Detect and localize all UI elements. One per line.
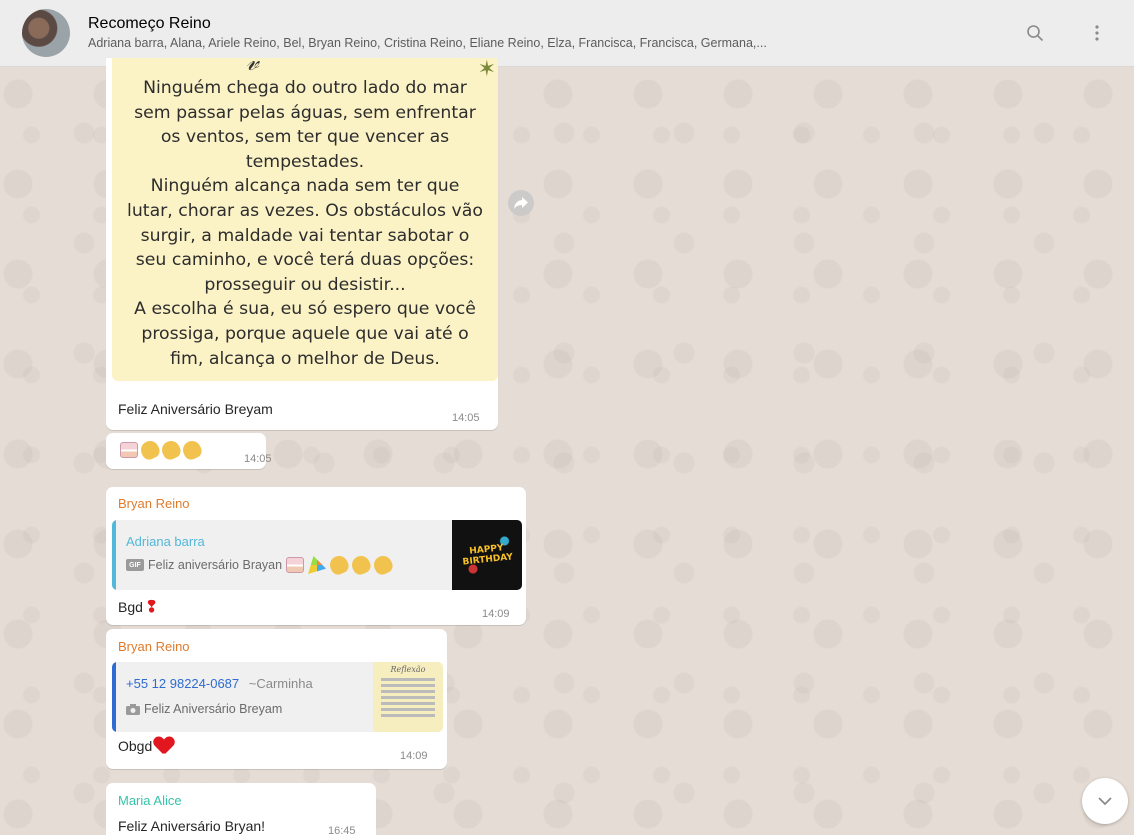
message-text: Obgd	[118, 738, 153, 754]
message-time: 14:05	[452, 412, 480, 424]
participants-list: Adriana barra, Alana, Ariele Reino, Bel,…	[88, 36, 767, 50]
emoji-message[interactable]: 14:05	[106, 433, 272, 469]
text-message[interactable]: Maria Alice Feliz Aniversário Bryan! 16:…	[106, 783, 376, 835]
scroll-to-bottom-button[interactable]	[1082, 778, 1128, 824]
image-text-line: prossiga, porque aquele que vai até o	[141, 323, 469, 344]
message-time: 14:09	[482, 608, 510, 620]
message-text: Bgd	[118, 599, 143, 615]
quote-bar	[112, 520, 116, 590]
reply-message[interactable]: Bryan Reino Adriana barra GIF Feliz aniv…	[106, 487, 526, 625]
chevron-down-icon	[1098, 796, 1112, 805]
group-title: Recomeço Reino	[88, 15, 211, 32]
quote-bar	[112, 662, 116, 732]
message-time: 14:05	[244, 453, 272, 465]
clap-emoji-icon	[180, 438, 204, 462]
kebab-menu-icon[interactable]	[1086, 22, 1108, 44]
gif-thumbnail: HAPPY BIRTHDAY	[452, 520, 522, 590]
image-thumbnail: Reflexão	[373, 662, 443, 732]
clap-emoji-icon	[349, 553, 374, 577]
party-popper-emoji-icon	[308, 556, 327, 574]
message-time: 16:45	[328, 825, 356, 835]
image-text-line: Ninguém alcança nada sem ter que	[150, 176, 460, 197]
thumbnail-title: Reflexão	[390, 665, 426, 674]
sender-name: Maria Alice	[118, 793, 182, 808]
reply-message[interactable]: Bryan Reino +55 12 98224-0687 ~Carminha …	[106, 629, 447, 769]
message-time: 14:09	[400, 750, 428, 762]
image-text-line: prosseguir ou desistir...	[204, 274, 406, 295]
sender-name: Bryan Reino	[118, 639, 190, 654]
image-text-line: surgir, a maldade vai tentar sabotar o	[140, 225, 470, 246]
quote-text: Feliz Aniversário Breyam	[144, 702, 283, 716]
gif-thumbnail-text: HAPPY BIRTHDAY	[462, 543, 514, 568]
image-text-line: Ninguém chega do outro lado do mar	[143, 78, 467, 98]
exclamation-emoji-icon: ❢	[144, 599, 159, 616]
clap-emoji-icon	[159, 438, 183, 462]
clap-emoji-icon	[327, 553, 352, 577]
clap-emoji-icon	[138, 438, 162, 462]
image-message[interactable]: 𝓋 ✶ Ninguém chega do outro lado do mar s…	[106, 58, 498, 430]
image-caption: Feliz Aniversário Breyam	[118, 401, 273, 417]
message-text-row: Bgd ❢	[118, 597, 158, 617]
quote-text-row: GIF Feliz aniversário Brayan	[126, 553, 396, 577]
image-text-line: lutar, chorar as vezes. Os obstáculos vã…	[127, 200, 483, 221]
quote-text: Feliz aniversário Brayan	[148, 558, 283, 572]
image-text-line: tempestades.	[245, 151, 365, 172]
quote-alias: ~Carminha	[248, 676, 313, 691]
image-text-line: os ventos, sem ter que vencer as	[160, 127, 450, 148]
chat-header[interactable]: Recomeço Reino Adriana barra, Alana, Ari…	[0, 0, 1134, 67]
clap-emoji-icon	[371, 553, 396, 577]
image-text-line: A escolha é sua, eu só espero que você	[134, 299, 476, 320]
heart-emoji-icon	[154, 737, 174, 755]
quote-phone-number: +55 12 98224-0687	[126, 676, 240, 691]
search-icon[interactable]	[1024, 22, 1046, 44]
ornament-glyph: 𝓋	[246, 58, 259, 77]
cake-emoji-icon	[286, 557, 305, 573]
chat-header-info[interactable]: Recomeço Reino Adriana barra, Alana, Ari…	[88, 14, 1024, 52]
camera-icon	[126, 703, 140, 715]
star-decoration-icon: ✶	[477, 58, 496, 82]
message-text: Feliz Aniversário Bryan!	[118, 818, 266, 834]
group-avatar[interactable]	[22, 9, 70, 57]
image-text-line: fim, alcança o melhor de Deus.	[170, 348, 440, 369]
forward-icon[interactable]	[508, 190, 534, 216]
cake-emoji-icon	[120, 442, 138, 458]
sender-name: Bryan Reino	[118, 496, 190, 511]
quoted-message[interactable]: Adriana barra GIF Feliz aniversário Bray…	[112, 520, 522, 590]
gif-tag-icon: GIF	[126, 559, 144, 571]
message-text-row: Obgd	[118, 737, 174, 755]
image-text-line: seu caminho, e você terá duas opções:	[135, 250, 475, 271]
quote-sender-row: +55 12 98224-0687 ~Carminha	[126, 676, 313, 691]
message-image[interactable]: 𝓋 ✶ Ninguém chega do outro lado do mar s…	[112, 58, 498, 381]
image-text-line: sem passar pelas águas, sem enfrentar	[134, 102, 476, 123]
quote-sender: Adriana barra	[126, 534, 205, 549]
quote-text-row: Feliz Aniversário Breyam	[126, 702, 282, 716]
quoted-message[interactable]: +55 12 98224-0687 ~Carminha Feliz Aniver…	[112, 662, 443, 732]
